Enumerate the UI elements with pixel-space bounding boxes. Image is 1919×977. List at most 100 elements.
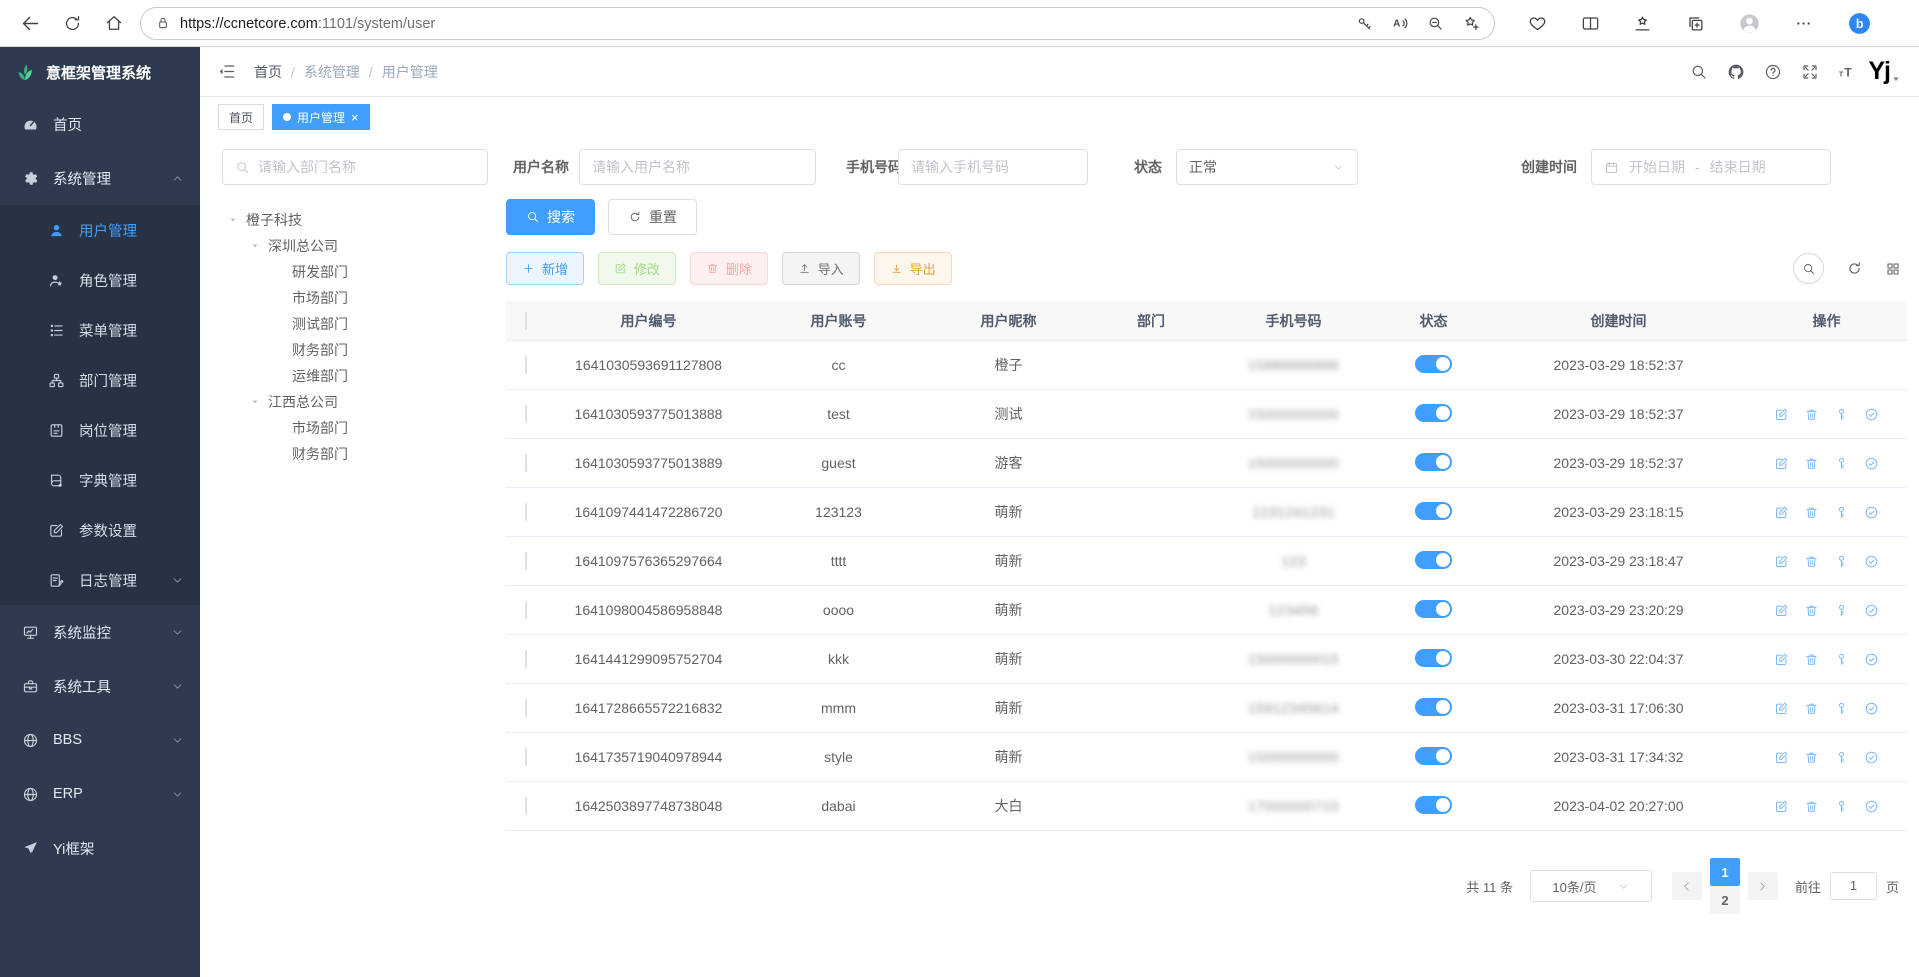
status-toggle[interactable] [1415,600,1452,618]
next-page-button[interactable] [1748,872,1778,900]
select-all-checkbox[interactable] [525,312,527,330]
assign-role-icon[interactable] [1864,505,1879,520]
sidebar-item-param[interactable]: 参数设置 [0,505,200,555]
reset-password-icon[interactable] [1834,652,1849,667]
assign-role-icon[interactable] [1864,701,1879,716]
home-icon[interactable] [98,7,130,39]
add-button[interactable]: 新增 [506,252,584,285]
reset-password-icon[interactable] [1834,554,1849,569]
row-checkbox[interactable] [525,748,527,766]
status-toggle[interactable] [1415,796,1452,814]
assign-role-icon[interactable] [1864,456,1879,471]
sidebar-item-system[interactable]: 系统管理 [0,151,200,205]
edit-square-icon[interactable] [1774,407,1789,422]
profile-avatar[interactable] [1738,12,1761,35]
collections-icon[interactable] [1686,14,1705,33]
status-toggle[interactable] [1415,747,1452,765]
tree-node[interactable]: 市场部门 [222,285,488,311]
status-toggle[interactable] [1415,698,1452,716]
edit-square-icon[interactable] [1774,799,1789,814]
edit-square-icon[interactable] [1774,456,1789,471]
sidebar-item-user[interactable]: 用户管理 [0,205,200,255]
edit-square-icon[interactable] [1774,554,1789,569]
trash-icon[interactable] [1804,505,1819,520]
edit-square-icon[interactable] [1774,652,1789,667]
github-icon[interactable] [1727,63,1745,81]
sidebar-item-erp[interactable]: ERP [0,767,200,821]
export-button[interactable]: 导出 [874,252,952,285]
favorites-bar-icon[interactable] [1633,14,1652,33]
trash-icon[interactable] [1804,652,1819,667]
reset-password-icon[interactable] [1834,799,1849,814]
fullscreen-icon[interactable] [1801,63,1819,81]
zoom-out-icon[interactable] [1427,15,1444,32]
tree-node[interactable]: 橙子科技 [222,207,488,233]
tab-用户管理[interactable]: 用户管理× [272,104,370,130]
sidebar-item-home[interactable]: 首页 [0,97,200,151]
assign-role-icon[interactable] [1864,652,1879,667]
collapse-menu-icon[interactable] [217,62,236,81]
sidebar-item-post[interactable]: 岗位管理 [0,405,200,455]
row-checkbox[interactable] [525,503,527,521]
status-toggle[interactable] [1415,453,1452,471]
trash-icon[interactable] [1804,554,1819,569]
search-icon[interactable] [1690,63,1708,81]
sidebar-item-monitor[interactable]: 系统监控 [0,605,200,659]
tree-node[interactable]: 深圳总公司 [222,233,488,259]
goto-page-input[interactable]: 1 [1830,872,1877,900]
font-size-icon[interactable]: TT [1838,63,1856,81]
reset-password-icon[interactable] [1834,750,1849,765]
row-checkbox[interactable] [525,797,527,815]
browser-essentials-icon[interactable] [1528,14,1547,33]
delete-button[interactable]: 删除 [690,252,768,285]
assign-role-icon[interactable] [1864,799,1879,814]
more-icon[interactable] [1794,14,1813,33]
status-toggle[interactable] [1415,551,1452,569]
trash-icon[interactable] [1804,701,1819,716]
split-screen-icon[interactable] [1581,14,1600,33]
edit-square-icon[interactable] [1774,505,1789,520]
reset-password-icon[interactable] [1834,505,1849,520]
read-aloud-icon[interactable]: A [1391,14,1409,32]
status-toggle[interactable] [1415,355,1452,373]
reset-password-icon[interactable] [1834,603,1849,618]
row-checkbox[interactable] [525,454,527,472]
reset-password-icon[interactable] [1834,407,1849,422]
sidebar-item-yi[interactable]: Yi框架 [0,821,200,875]
sidebar-item-menu[interactable]: 菜单管理 [0,305,200,355]
import-button[interactable]: 导入 [782,252,860,285]
sidebar-item-bbs[interactable]: BBS [0,713,200,767]
status-toggle[interactable] [1415,502,1452,520]
page-button-1[interactable]: 1 [1710,858,1740,886]
trash-icon[interactable] [1804,603,1819,618]
page-button-2[interactable]: 2 [1710,886,1740,914]
trash-icon[interactable] [1804,407,1819,422]
user-logo[interactable]: Yj [1868,57,1890,86]
caret-down-icon[interactable] [1890,73,1902,85]
key-icon[interactable] [1356,15,1373,32]
refresh-table-button[interactable] [1846,260,1863,277]
tree-node[interactable]: 财务部门 [222,441,488,467]
row-checkbox[interactable] [525,552,527,570]
row-checkbox[interactable] [525,356,527,374]
edit-square-icon[interactable] [1774,701,1789,716]
edit-square-icon[interactable] [1774,603,1789,618]
tree-node[interactable]: 财务部门 [222,337,488,363]
status-select[interactable]: 正常 [1176,149,1358,185]
tree-node[interactable]: 江西总公司 [222,389,488,415]
question-icon[interactable] [1764,63,1782,81]
row-checkbox[interactable] [525,699,527,717]
phone-input[interactable]: 请输入手机号码 [898,149,1088,185]
assign-role-icon[interactable] [1864,407,1879,422]
tab-首页[interactable]: 首页 [218,104,264,130]
row-checkbox[interactable] [525,601,527,619]
tree-node[interactable]: 研发部门 [222,259,488,285]
tree-node[interactable]: 测试部门 [222,311,488,337]
breadcrumb-item[interactable]: 首页 [254,62,282,82]
toggle-search-button[interactable] [1793,253,1824,284]
row-checkbox[interactable] [525,405,527,423]
trash-icon[interactable] [1804,750,1819,765]
edit-square-icon[interactable] [1774,750,1789,765]
row-checkbox[interactable] [525,650,527,668]
dept-search-input[interactable]: 请输入部门名称 [222,149,488,185]
